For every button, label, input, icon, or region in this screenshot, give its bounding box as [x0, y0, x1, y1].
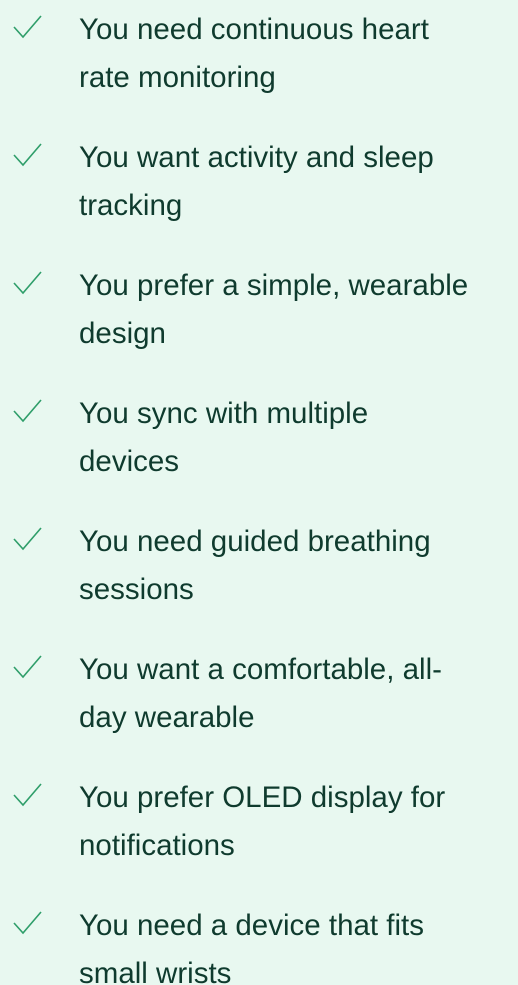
list-item: You sync with multiple devices — [0, 384, 518, 484]
list-item-label: You prefer OLED display for notification… — [79, 774, 518, 870]
list-item-label-line: You need continuous heart — [79, 13, 429, 46]
list-item-label-line: You need guided breathing — [79, 525, 431, 558]
list-item-label-line: sessions — [79, 573, 194, 606]
list-item-label: You want a comfortable, all- day wearabl… — [79, 646, 518, 742]
list-item-label-line: You want activity and sleep — [79, 141, 434, 174]
list-item-label: You sync with multiple devices — [79, 390, 518, 486]
list-item-label: You want activity and sleep tracking — [79, 134, 518, 230]
list-item-label: You need continuous heart rate monitorin… — [79, 6, 518, 102]
list-item-label-line: devices — [79, 445, 180, 478]
list-item: You prefer OLED display for notification… — [0, 768, 518, 868]
check-icon — [12, 14, 44, 40]
check-icon — [12, 910, 44, 936]
list-item: You want a comfortable, all- day wearabl… — [0, 640, 518, 740]
list-item-label: You prefer a simple, wearable design — [79, 262, 518, 358]
check-icon — [12, 142, 44, 168]
check-icon — [12, 782, 44, 808]
list-item-label-line: tracking — [79, 189, 183, 222]
list-item-label-line: You sync with multiple — [79, 397, 369, 430]
list-item-label-line: You prefer OLED display for — [79, 781, 446, 814]
list-item-label-line: rate monitoring — [79, 61, 276, 94]
list-item: You need guided breathing sessions — [0, 512, 518, 612]
check-icon — [12, 270, 44, 296]
list-item-label-line: notifications — [79, 829, 235, 862]
list-item-label-line: small wrists — [79, 957, 232, 985]
check-icon — [12, 398, 44, 424]
feature-checklist: You need continuous heart rate monitorin… — [0, 0, 518, 985]
list-item-label-line: You prefer a simple, wearable — [79, 269, 469, 302]
list-item: You prefer a simple, wearable design — [0, 256, 518, 356]
list-item: You want activity and sleep tracking — [0, 128, 518, 228]
check-icon — [12, 654, 44, 680]
list-item-label: You need a device that fits small wrists — [79, 902, 518, 985]
list-item: You need a device that fits small wrists — [0, 896, 518, 985]
check-icon — [12, 526, 44, 552]
list-item-label-line: You need a device that fits — [79, 909, 424, 942]
list-item-label-line: day wearable — [79, 701, 255, 734]
list-item-label-line: design — [79, 317, 166, 350]
list-item-label: You need guided breathing sessions — [79, 518, 518, 614]
list-item: You need continuous heart rate monitorin… — [0, 0, 518, 100]
list-item-label-line: You want a comfortable, all- — [79, 653, 442, 686]
